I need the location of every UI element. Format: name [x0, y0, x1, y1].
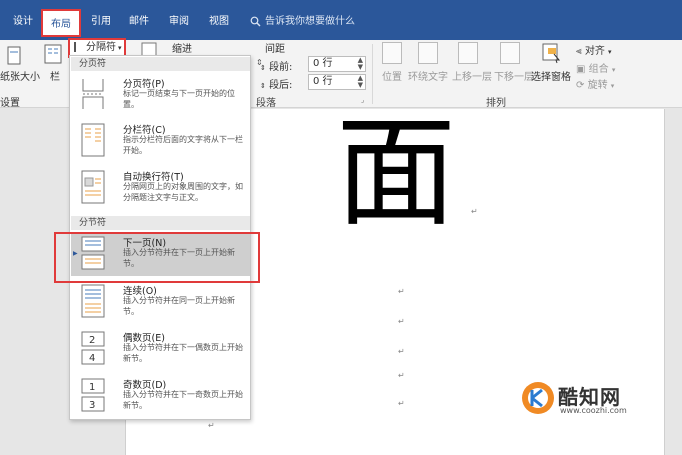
paragraph-mark: ↵	[398, 317, 405, 326]
page-break-icon	[82, 79, 104, 109]
wrap-text-button[interactable]: 环绕文字	[408, 68, 448, 83]
group-button[interactable]: ▣ 组合 ▾	[576, 60, 615, 75]
menu-item-desc: 标记一页结束与下一页开始的位置。	[123, 89, 235, 109]
before-spacing-input[interactable]: 0 行 ▲ ▼	[308, 56, 366, 72]
before-label-text: 段前:	[269, 62, 293, 73]
even-page-icon: 24	[81, 331, 105, 365]
chevron-down-icon: ▾	[118, 44, 122, 52]
arrange-group-label: 排列	[486, 98, 506, 109]
breaks-label: 分隔符	[86, 42, 116, 53]
svg-text:3: 3	[89, 400, 95, 411]
search-icon	[250, 16, 261, 26]
columns-icon	[44, 44, 62, 64]
vertical-scrollbar[interactable]	[665, 109, 682, 455]
continuous-icon	[81, 284, 105, 318]
after-spacing-label: ⇕ 段后:	[260, 80, 293, 91]
tell-me-text: 告诉我你想要做什么	[265, 16, 355, 27]
breaks-icon	[74, 42, 84, 52]
paragraph-mark: ↵	[398, 347, 405, 356]
menu-item-desc: 分隔网页上的对象周围的文字，如分隔题注文字与正文。	[123, 182, 243, 202]
spinner-left-icon[interactable]: ⇕	[256, 58, 263, 67]
tab-design[interactable]: 设计	[8, 11, 38, 33]
coozhi-logo-icon	[522, 382, 554, 414]
text-wrapping-icon	[81, 170, 105, 204]
bring-forward-button[interactable]: 上移一层	[452, 68, 492, 83]
paper-size-button[interactable]: 纸张大小	[0, 68, 40, 83]
menu-item-continuous[interactable]: 连续(O) 插入分节符并在同一页上开始新节。	[71, 280, 250, 324]
page-setup-group-label: 设置	[0, 98, 20, 109]
menu-item-desc: 插入分节符并在下一偶数页上开始新节。	[123, 343, 243, 363]
paragraph-mark: ↵	[398, 287, 405, 296]
svg-text:1: 1	[89, 382, 95, 393]
tab-review[interactable]: 审阅	[164, 11, 194, 33]
tell-me-box[interactable]: 告诉我你想要做什么	[250, 11, 355, 33]
rotate-label: 旋转	[587, 80, 608, 91]
bring-forward-icon	[458, 42, 478, 64]
columns-button[interactable]: 栏	[50, 68, 60, 83]
before-spacing-label: ⇕ 段前:	[260, 62, 293, 73]
paragraph-group-label: 段落	[256, 98, 276, 109]
odd-page-icon: 13	[81, 378, 105, 412]
after-label-text: 段后:	[269, 80, 293, 91]
after-value: 0 行	[313, 76, 333, 87]
indent-label: 缩进	[172, 44, 192, 55]
document-big-character: 面	[336, 104, 456, 243]
rotate-button[interactable]: ⟳ 旋转 ▾	[576, 76, 614, 91]
group-label: 组合	[588, 64, 609, 75]
paragraph-mark: ↵	[398, 371, 405, 380]
tab-mailings[interactable]: 邮件	[124, 11, 154, 33]
spinner-arrows-icon[interactable]: ▲ ▼	[358, 57, 363, 71]
rotate-icon: ⟳	[576, 80, 585, 91]
tab-view[interactable]: 视图	[204, 11, 234, 33]
spacing-label: 间距	[265, 44, 285, 55]
page-breaks-header: 分页符	[71, 57, 250, 71]
align-button[interactable]: ⫷ 对齐 ▾	[576, 42, 612, 57]
menu-item-page-break[interactable]: 分页符(P) 标记一页结束与下一页开始的位置。	[71, 73, 250, 117]
group-separator	[372, 44, 373, 104]
menu-item-desc: 指示分栏符后面的文字将从下一栏开始。	[123, 135, 243, 155]
menu-item-odd-page[interactable]: 13 奇数页(D) 插入分节符并在下一奇数页上开始新节。	[71, 374, 250, 418]
ribbon-tab-bar: 设计 布局 引用 邮件 审阅 视图 告诉我你想要做什么	[0, 0, 682, 40]
paper-size-icon	[7, 46, 21, 65]
spinner-arrows-icon[interactable]: ▲ ▼	[358, 75, 363, 89]
menu-item-desc: 插入分节符并在同一页上开始新节。	[123, 296, 235, 316]
before-value: 0 行	[313, 58, 333, 69]
watermark: 酷知网 www.coozhi.com	[518, 378, 658, 422]
tab-layout[interactable]: 布局	[41, 9, 81, 37]
send-backward-button[interactable]: 下移一层	[494, 68, 534, 83]
svg-text:4: 4	[89, 353, 95, 364]
section-breaks-header: 分节符	[71, 216, 250, 230]
dialog-launcher-icon[interactable]: ⌟	[361, 96, 364, 104]
paragraph-mark: ↵	[208, 421, 215, 430]
align-icon: ⫷	[576, 46, 582, 57]
selection-pane-button[interactable]: 选择窗格	[531, 68, 571, 83]
menu-item-text-wrapping[interactable]: 自动换行符(T) 分隔网页上的对象周围的文字，如分隔题注文字与正文。	[71, 166, 250, 210]
position-icon	[382, 42, 402, 64]
svg-text:2: 2	[89, 335, 95, 346]
send-backward-icon	[500, 42, 520, 64]
group-icon: ▣	[576, 64, 586, 75]
paragraph-mark: ↵	[471, 207, 478, 216]
column-break-icon	[81, 123, 105, 157]
selection-pane-icon	[542, 43, 561, 64]
align-label: 对齐	[584, 46, 605, 57]
after-spacing-input[interactable]: 0 行 ▲ ▼	[308, 74, 366, 90]
menu-item-column-break[interactable]: 分栏符(C) 指示分栏符后面的文字将从下一栏开始。	[71, 119, 250, 163]
wrap-text-icon	[418, 42, 438, 64]
menu-item-even-page[interactable]: 24 偶数页(E) 插入分节符并在下一偶数页上开始新节。	[71, 327, 250, 371]
tab-references[interactable]: 引用	[86, 11, 116, 33]
position-button[interactable]: 位置	[382, 68, 402, 83]
paragraph-mark: ↵	[398, 399, 405, 408]
menu-item-desc: 插入分节符并在下一奇数页上开始新节。	[123, 390, 243, 410]
next-page-highlight	[54, 232, 260, 283]
watermark-url: www.coozhi.com	[560, 406, 627, 415]
